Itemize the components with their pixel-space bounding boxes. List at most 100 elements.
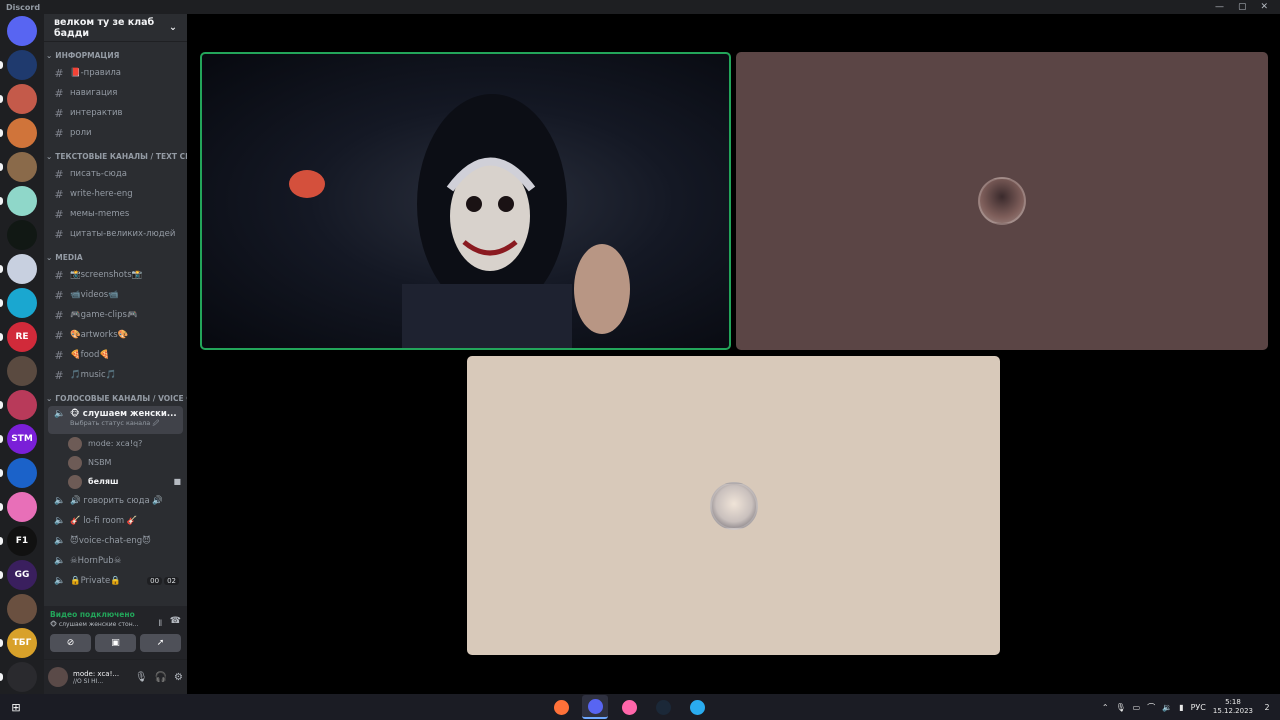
server-icon[interactable] — [0, 254, 37, 284]
text-channel[interactable]: # 🎵music🎵 — [48, 365, 183, 385]
webcam-feed — [289, 94, 630, 348]
voice-category[interactable]: ⌄ ГОЛОСОВЫЕ КАНАЛЫ / VOICE CH... — [44, 385, 187, 406]
channel-category[interactable]: ⌄ MEDIA — [44, 244, 187, 265]
microphone-icon[interactable]: 🎙 — [1116, 703, 1126, 712]
microphone-icon[interactable]: 🎙 — [135, 672, 148, 683]
voice-channel[interactable]: 🔈 🔒Private🔒 00 02 — [48, 571, 183, 591]
language-indicator[interactable]: РУС — [1191, 703, 1206, 712]
server-icon[interactable] — [0, 152, 37, 182]
steam-icon[interactable] — [650, 695, 676, 719]
voice-channel[interactable]: 🔈 🔊 говорить сюда 🔊 — [48, 491, 183, 511]
battery-icon[interactable]: ▮ — [1179, 703, 1183, 712]
text-channel[interactable]: # 📹videos📹 — [48, 285, 183, 305]
voice-channel-list: 🔈 🔊 говорить сюда 🔊 🔈 🎸 lo-fi room 🎸 🔈 😈voice… — [44, 491, 187, 591]
gear-icon[interactable]: ⚙ — [174, 672, 183, 683]
text-channel[interactable]: # write-here-eng — [48, 184, 183, 204]
disconnect-icon[interactable]: ☎ — [170, 616, 181, 632]
noise-suppression-icon[interactable]: 𝍪 — [159, 616, 162, 632]
activity-button[interactable]: ➚ — [140, 634, 181, 652]
video-tile-user[interactable] — [736, 52, 1268, 350]
unread-pip — [0, 333, 3, 341]
volume-icon[interactable]: 🔉 — [1162, 703, 1172, 712]
osu-icon[interactable] — [616, 695, 642, 719]
voice-channel[interactable]: 🔈 ☠HornPub☠ — [48, 551, 183, 571]
discord-icon[interactable] — [582, 695, 608, 719]
avatar[interactable] — [48, 667, 68, 687]
speaker-icon: 🔈 — [54, 576, 66, 586]
server-icon[interactable] — [7, 220, 37, 250]
text-channel[interactable]: # писать-сюда — [48, 164, 183, 184]
channel-category[interactable]: ⌄ТЕКСТОВЫЕ КАНАЛЫ / TEXT CHAT — [44, 143, 187, 164]
clock[interactable]: 5:18 15.12.2023 — [1213, 698, 1253, 716]
channel-status-prompt[interactable]: Выбрать статус канала 🖉 — [70, 419, 177, 430]
video-stage — [187, 14, 1280, 694]
text-channel[interactable]: # интерактив — [48, 103, 183, 123]
server-icon[interactable] — [0, 662, 37, 692]
server-icon[interactable] — [0, 84, 37, 114]
text-channel[interactable]: # 📕-правила — [48, 63, 183, 83]
unread-pip — [0, 639, 3, 647]
server-label: STM — [11, 434, 33, 444]
server-label: ТБГ — [12, 638, 32, 648]
maximize-button[interactable]: ▢ — [1238, 2, 1247, 12]
screen-share-icon: ▣ — [111, 638, 120, 648]
camera-off-button[interactable]: ⊘ — [50, 634, 91, 652]
voice-channel[interactable]: 🔈 😈voice-chat-eng😈 — [48, 531, 183, 551]
home-button[interactable] — [7, 16, 37, 46]
speaker-icon: 🔈 — [54, 496, 66, 506]
text-channel[interactable]: # 🎨artworks🎨 — [48, 325, 183, 345]
telegram-icon[interactable] — [684, 695, 710, 719]
minimize-button[interactable]: — — [1215, 2, 1224, 12]
wifi-icon[interactable]: ⌒ — [1147, 702, 1155, 713]
text-channel[interactable]: # навигация — [48, 83, 183, 103]
server-icon[interactable]: GG — [0, 560, 37, 590]
voice-user[interactable]: mode: xca!q? — [68, 434, 187, 453]
system-tray: ⌃ 🎙 ▭ ⌒ 🔉 ▮ РУС 5:18 15.12.2023 2 — [1102, 694, 1274, 720]
hash-icon: # — [54, 348, 64, 362]
server-icon[interactable] — [0, 50, 37, 80]
headphones-icon[interactable]: 🎧 — [155, 672, 167, 683]
server-icon[interactable] — [0, 390, 37, 420]
server-icon[interactable] — [7, 356, 37, 386]
server-icon[interactable] — [0, 288, 37, 318]
server-icon[interactable] — [7, 594, 37, 624]
osu-icon — [621, 699, 637, 715]
server-icon[interactable] — [0, 118, 37, 148]
screen-share-button[interactable]: ▣ — [95, 634, 136, 652]
network-icon[interactable]: ▭ — [1133, 703, 1141, 712]
voice-channel-active[interactable]: 🔈 🐵 слушаем женски... Выбрать статус кан… — [48, 406, 183, 434]
unread-pip — [0, 537, 3, 545]
text-channel[interactable]: # роли — [48, 123, 183, 143]
voice-user[interactable]: беляш ■ — [68, 472, 187, 491]
voice-user[interactable]: NSBM — [68, 453, 187, 472]
notification-icon[interactable]: 2 — [1260, 700, 1274, 714]
video-tile-speaking[interactable] — [200, 52, 731, 350]
text-channel[interactable]: # 🎮game-clips🎮 — [48, 305, 183, 325]
speaker-icon: 🔈 — [54, 516, 66, 526]
server-icon[interactable] — [0, 492, 37, 522]
text-channel[interactable]: # 🍕food🍕 — [48, 345, 183, 365]
hash-icon: # — [54, 227, 64, 241]
text-channel[interactable]: # цитаты-великих-людей — [48, 224, 183, 244]
text-channel[interactable]: # 📸screenshots📸 — [48, 265, 183, 285]
windows-start-icon[interactable]: ⊞ — [0, 701, 32, 714]
user-limit-counter: 00 02 — [147, 577, 179, 585]
server-icon[interactable]: ТБГ — [0, 628, 37, 658]
server-icon[interactable] — [0, 458, 37, 488]
guild-header[interactable]: велком ту зе клаб бадди ⌄ — [44, 14, 187, 42]
server-icon[interactable]: RE — [0, 322, 37, 352]
close-button[interactable]: ✕ — [1260, 2, 1268, 12]
channel-category[interactable]: ⌄ ИНФОРМАЦИЯ — [44, 42, 187, 63]
voice-channel[interactable]: 🔈 🎸 lo-fi room 🎸 — [48, 511, 183, 531]
video-tile-user[interactable] — [467, 356, 1000, 655]
unread-pip — [0, 469, 3, 477]
hand — [574, 244, 630, 334]
server-icon[interactable] — [0, 186, 37, 216]
unread-pip — [0, 401, 3, 409]
server-icon[interactable]: STM — [0, 424, 37, 454]
chevron-up-icon[interactable]: ⌃ — [1102, 703, 1109, 712]
firefox-icon[interactable] — [548, 695, 574, 719]
shirt — [402, 284, 572, 348]
text-channel[interactable]: # мемы-memes — [48, 204, 183, 224]
server-icon[interactable]: F1 — [0, 526, 37, 556]
